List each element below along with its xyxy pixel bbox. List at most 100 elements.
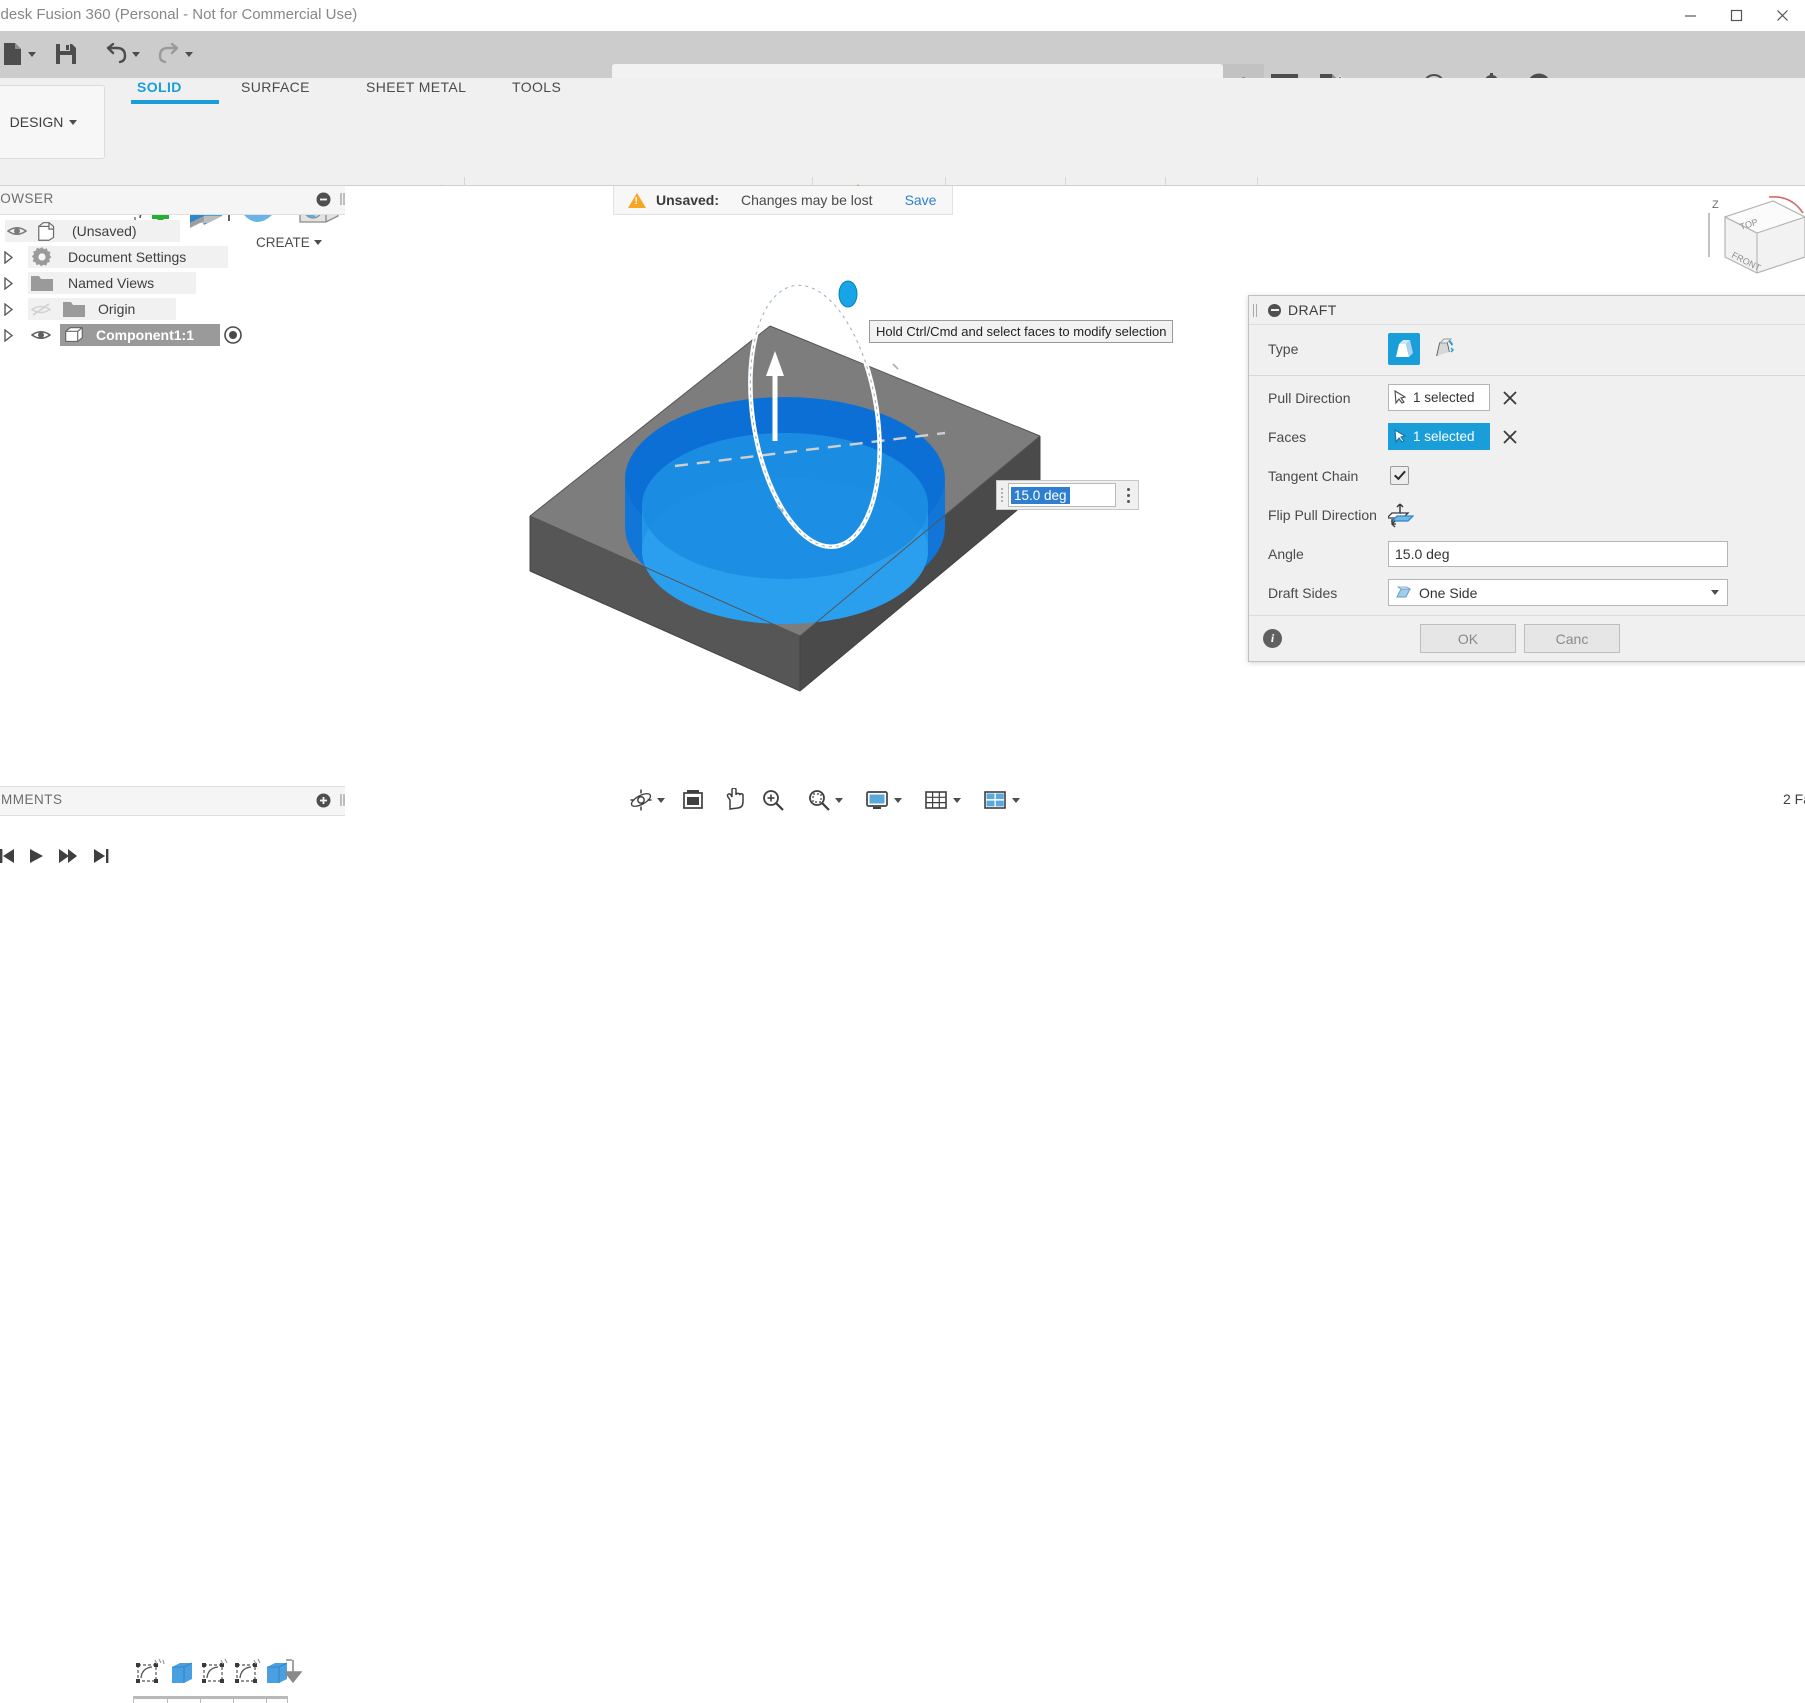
- expand-arrow-icon[interactable]: [3, 277, 19, 290]
- timeline-feature-extrude[interactable]: [168, 1658, 198, 1686]
- ok-button[interactable]: OK: [1420, 624, 1516, 653]
- grid-snap-caret-icon[interactable]: [953, 798, 961, 803]
- timeline-skip-to-start-button[interactable]: [0, 844, 18, 868]
- expand-arrow-icon[interactable]: [3, 329, 19, 342]
- dimension-value-wrapper[interactable]: 15.0 deg: [1008, 483, 1116, 507]
- design-workspace-selector[interactable]: DESIGN: [0, 85, 105, 159]
- draft-sides-caret-icon[interactable]: [1711, 590, 1719, 595]
- tab-solid[interactable]: SOLID: [137, 79, 182, 95]
- faces-value: 1 selected: [1413, 429, 1475, 444]
- comments-panel-header: OMMENTS: [0, 786, 345, 816]
- display-settings-caret-icon[interactable]: [894, 798, 902, 803]
- unsaved-notification-bar: Unsaved: Changes may be lost Save: [613, 186, 953, 215]
- redo-button[interactable]: [157, 37, 193, 71]
- pull-direction-value: 1 selected: [1413, 390, 1475, 405]
- active-tab-underline: [131, 100, 219, 104]
- browser-item-label: Component1:1: [96, 327, 194, 343]
- display-settings-icon[interactable]: [861, 784, 906, 816]
- dimension-input-field[interactable]: 15.0 deg: [996, 480, 1139, 510]
- activate-component-radio[interactable]: [223, 325, 243, 345]
- dialog-drag-grip[interactable]: [1253, 304, 1261, 317]
- tab-sheet-metal[interactable]: SHEET METAL: [366, 79, 466, 95]
- timeline-skip-to-end-button[interactable]: [91, 844, 111, 868]
- draft-row-draft-sides: Draft Sides One Side: [1249, 573, 1805, 612]
- browser-item-origin[interactable]: Origin: [0, 296, 345, 322]
- notification-save-link[interactable]: Save: [905, 192, 937, 208]
- tab-surface[interactable]: SURFACE: [241, 79, 310, 95]
- grid-snap-icon[interactable]: [920, 784, 965, 816]
- orbit-icon[interactable]: [625, 784, 669, 816]
- timeline-feature-sketch-3[interactable]: [234, 1658, 264, 1686]
- draft-row-angle: Angle 15.0 deg: [1249, 534, 1805, 573]
- tab-tools[interactable]: TOOLS: [512, 79, 561, 95]
- draft-type-fixed-plane-button[interactable]: [1388, 333, 1420, 365]
- one-side-icon: [1395, 585, 1412, 600]
- draft-row-pull-direction: Pull Direction 1 selected: [1249, 378, 1805, 417]
- dimension-options-menu[interactable]: [1118, 481, 1138, 509]
- save-button[interactable]: [54, 37, 78, 71]
- draft-sides-dropdown[interactable]: One Side: [1388, 579, 1728, 606]
- zoom-icon[interactable]: [757, 784, 789, 816]
- timeline-marker[interactable]: [282, 1654, 312, 1682]
- pull-direction-selection-field[interactable]: 1 selected: [1388, 384, 1490, 411]
- view-cube[interactable]: Z TOP FRONT: [1695, 195, 1805, 295]
- new-document-caret-icon[interactable]: [28, 52, 36, 57]
- timeline-feature-sketch[interactable]: [135, 1658, 165, 1686]
- expand-arrow-icon[interactable]: [3, 303, 19, 316]
- fit-caret-icon[interactable]: [835, 798, 843, 803]
- viewcube-z-label: Z: [1712, 199, 1719, 211]
- draft-dialog-header[interactable]: DRAFT: [1249, 296, 1805, 325]
- dimension-value[interactable]: 15.0 deg: [1011, 487, 1070, 504]
- undo-caret-icon[interactable]: [132, 52, 140, 57]
- design-workspace-inner: DESIGN: [10, 114, 78, 130]
- folder-icon: [30, 273, 54, 293]
- undo-button[interactable]: [104, 37, 140, 71]
- window-minimize-button[interactable]: [1667, 0, 1713, 31]
- browser-collapse-icon[interactable]: [316, 192, 331, 207]
- visibility-eye-icon[interactable]: [30, 328, 52, 342]
- comments-expand-icon[interactable]: [316, 793, 331, 808]
- notification-status-label: Unsaved:: [656, 192, 719, 208]
- timeline-feature-sketch-2[interactable]: [201, 1658, 231, 1686]
- cancel-button[interactable]: Canc: [1524, 624, 1620, 653]
- draft-type-parting-line-button[interactable]: [1428, 333, 1460, 365]
- visibility-eye-off-icon[interactable]: [30, 302, 52, 317]
- faces-clear-icon[interactable]: [1502, 429, 1518, 445]
- comments-dock-handle[interactable]: [339, 793, 346, 807]
- browser-item-document-settings[interactable]: Document Settings: [0, 244, 345, 270]
- look-at-icon[interactable]: [677, 784, 709, 816]
- info-icon[interactable]: i: [1263, 629, 1282, 648]
- browser-item-component1[interactable]: Component1:1: [0, 322, 345, 348]
- dimension-drag-grip[interactable]: [997, 481, 1006, 509]
- faces-selection-field[interactable]: 1 selected: [1388, 423, 1490, 450]
- draft-dialog[interactable]: DRAFT Type Pull Direction: [1248, 295, 1805, 662]
- pull-direction-clear-icon[interactable]: [1502, 390, 1518, 406]
- pull-direction-label: Pull Direction: [1268, 390, 1350, 406]
- timeline-play-button[interactable]: [26, 844, 46, 868]
- orbit-caret-icon[interactable]: [657, 798, 665, 803]
- new-document-button[interactable]: [2, 37, 36, 71]
- viewports-caret-icon[interactable]: [1012, 798, 1020, 803]
- flip-pull-direction-label: Flip Pull Direction: [1268, 507, 1377, 523]
- browser-dock-handle[interactable]: [339, 192, 346, 206]
- expand-arrow-icon[interactable]: [3, 251, 19, 264]
- collapse-icon[interactable]: [1268, 304, 1281, 317]
- browser-header-label: ROWSER: [0, 191, 54, 206]
- flip-pull-direction-button[interactable]: [1388, 502, 1414, 528]
- window-maximize-button[interactable]: [1713, 0, 1759, 31]
- design-caret-icon: [69, 120, 77, 125]
- visibility-eye-icon[interactable]: [6, 224, 28, 238]
- comments-header-label: OMMENTS: [0, 792, 63, 807]
- navigation-bar[interactable]: [625, 784, 1024, 816]
- fit-icon[interactable]: [803, 784, 847, 816]
- gear-icon: [30, 246, 54, 268]
- angle-input[interactable]: 15.0 deg: [1388, 541, 1728, 567]
- tangent-chain-checkbox[interactable]: [1390, 466, 1409, 485]
- redo-caret-icon[interactable]: [185, 52, 193, 57]
- viewports-icon[interactable]: [979, 784, 1024, 816]
- timeline-step-forward-button[interactable]: [57, 844, 79, 868]
- pan-icon[interactable]: [717, 784, 749, 816]
- window-close-button[interactable]: [1759, 0, 1805, 31]
- browser-item-unsaved[interactable]: (Unsaved): [0, 218, 345, 244]
- browser-item-named-views[interactable]: Named Views: [0, 270, 345, 296]
